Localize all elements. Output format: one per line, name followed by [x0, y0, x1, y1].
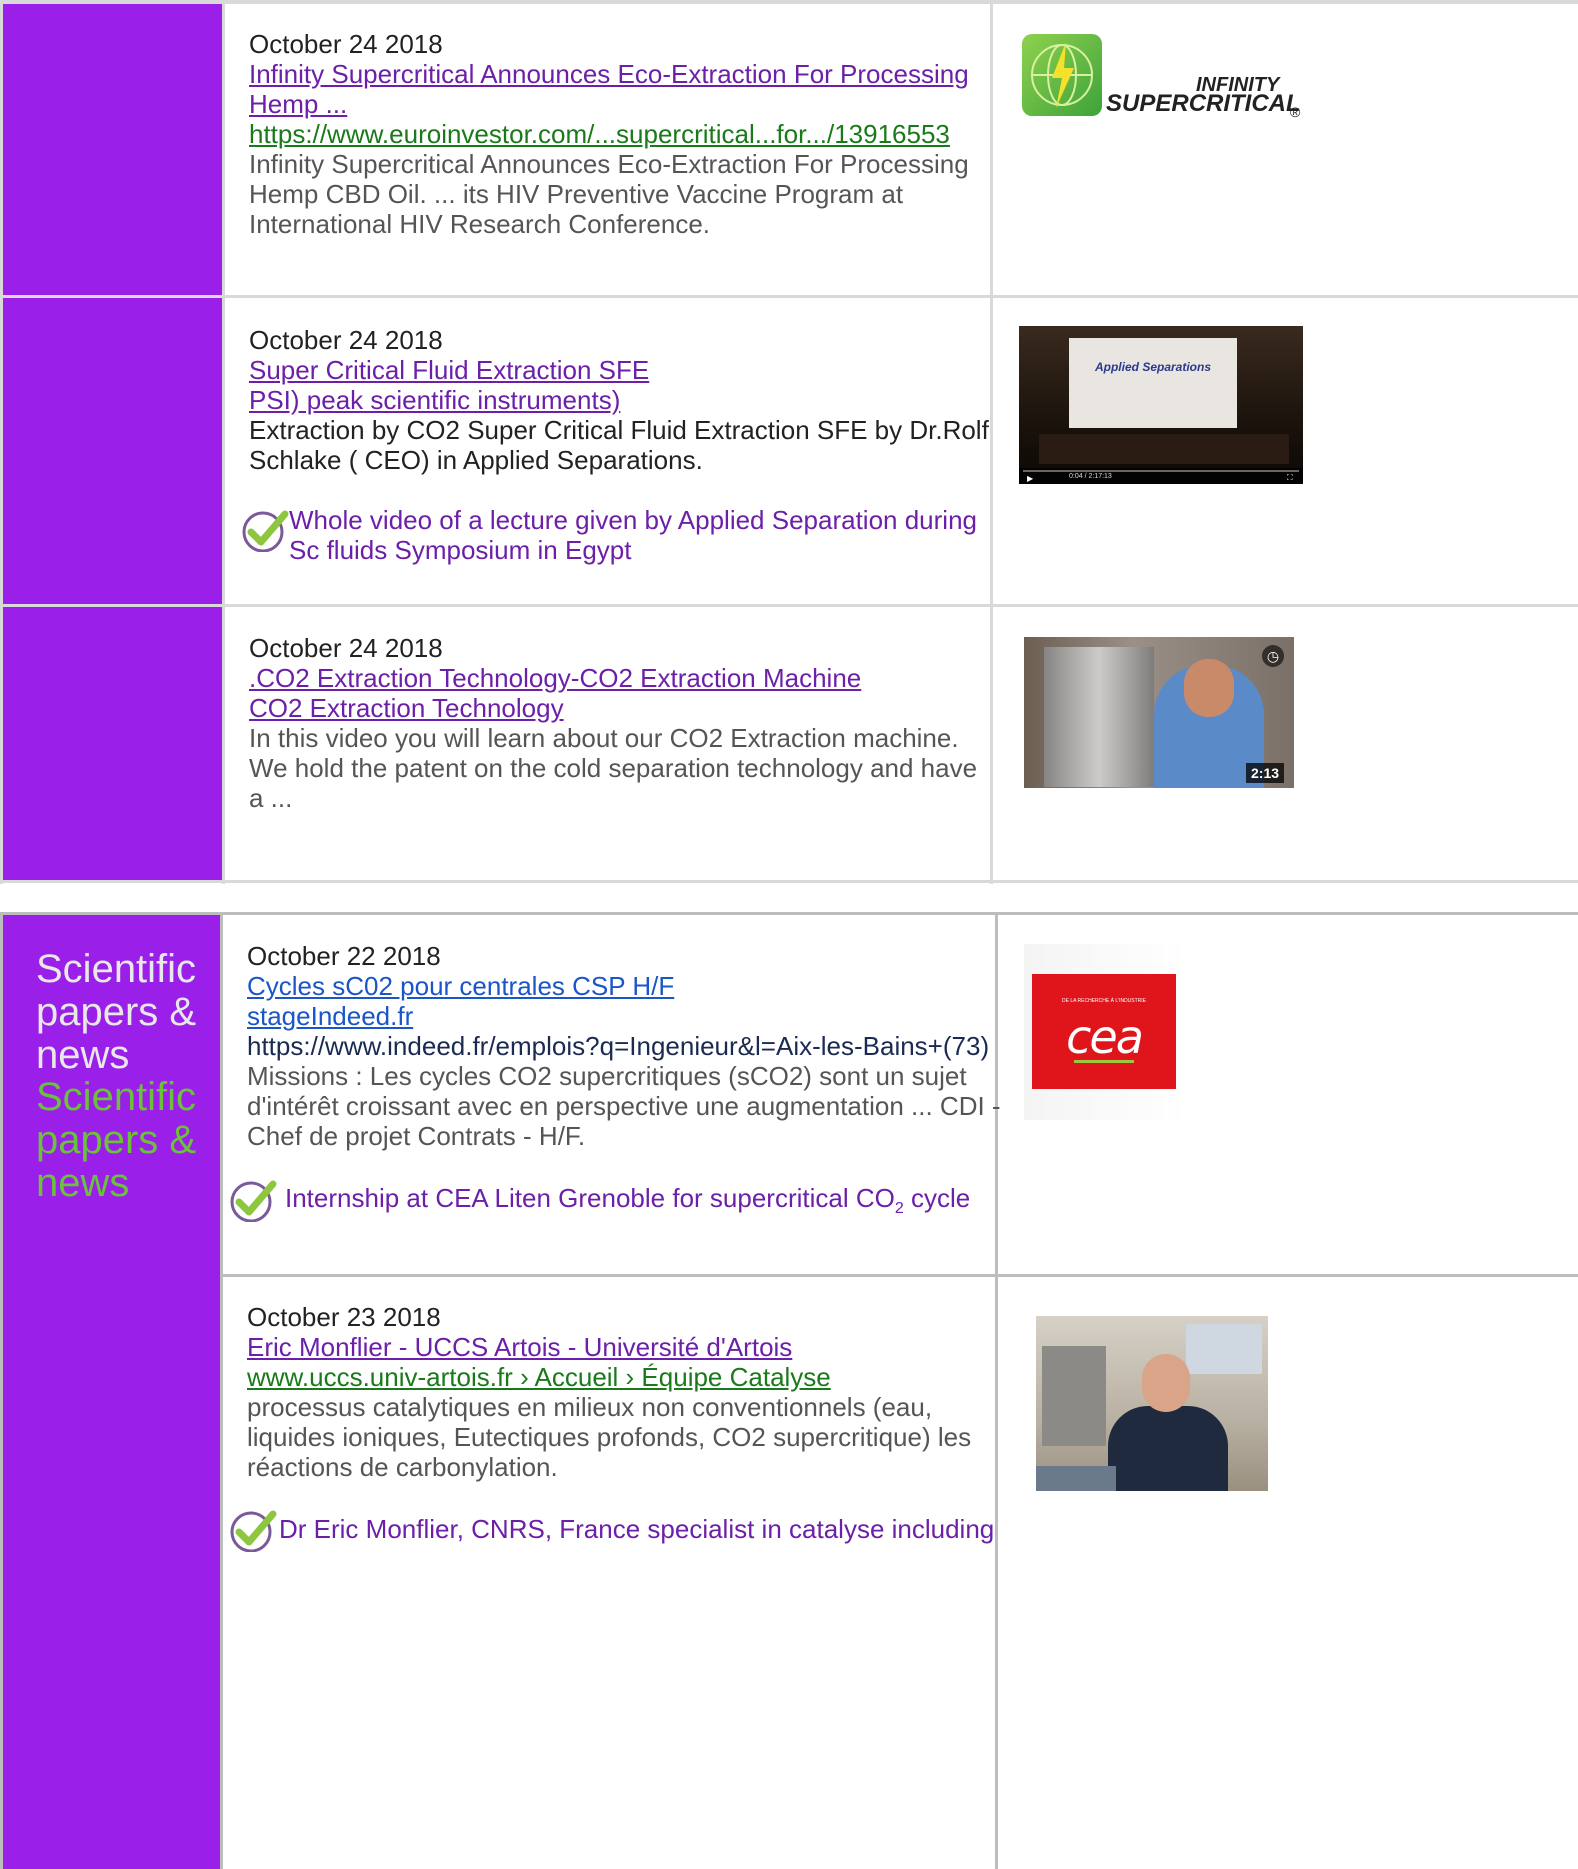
cabinet: [1042, 1346, 1106, 1446]
article-snippet: We hold the patent on the cold separatio…: [249, 753, 978, 783]
article-snippet: International HIV Research Conference.: [249, 209, 711, 239]
border: [0, 912, 1578, 915]
infinity-supercritical-logo: INFINITY SUPERCRITICAL ®: [1018, 34, 1306, 122]
person-face: [1142, 1354, 1190, 1412]
border: [0, 0, 3, 884]
border: [222, 0, 225, 884]
lecture-video-thumbnail[interactable]: Applied Separations ▶ 0:04 / 2:17:13 ⛶: [1019, 326, 1303, 484]
cea-wordmark: cea: [1066, 1010, 1144, 1064]
screen-slide-title: Applied Separations: [1094, 360, 1212, 374]
desk: [1036, 1466, 1116, 1491]
projection-screen: [1069, 338, 1237, 428]
progress-bar[interactable]: [1023, 470, 1299, 472]
logo-registered-mark: ®: [1290, 104, 1301, 120]
border: [995, 912, 998, 1869]
checked-note: Dr Eric Monflier, CNRS, France specialis…: [279, 1514, 995, 1544]
subscript-2: 2: [894, 1200, 904, 1218]
video-controls-bar[interactable]: ▶ 0:04 / 2:17:13 ⛶: [1019, 468, 1303, 484]
presenter-face: [1184, 659, 1234, 717]
globe-lightning-icon: [1022, 34, 1102, 116]
article-snippet: Chef de projet Contrats - H/F.: [247, 1121, 586, 1151]
article-snippet: Schlake ( CEO) in Applied Separations.: [249, 445, 703, 475]
checked-note-text: Internship at CEA Liten Grenoble for sup…: [285, 1183, 895, 1213]
border: [0, 880, 1578, 883]
video-duration-badge: 2:13: [1246, 763, 1285, 783]
fullscreen-icon[interactable]: ⛶: [1287, 473, 1293, 483]
checked-note-text-end: cycle: [903, 1183, 971, 1213]
border: [0, 295, 1578, 298]
play-icon[interactable]: ▶: [1027, 474, 1033, 483]
cea-red-box: DE LA RECHERCHE À L'INDUSTRIE cea: [1032, 974, 1176, 1089]
wall-map: [1186, 1324, 1262, 1374]
co2-machine-video-thumbnail[interactable]: ◷ 2:13: [1024, 637, 1294, 788]
article-snippet: réactions de carbonylation.: [247, 1452, 558, 1482]
extraction-machine: [1044, 647, 1154, 787]
border: [0, 912, 3, 1869]
border: [220, 912, 223, 1869]
section-label-line-green: news: [36, 1161, 130, 1205]
logo-supercritical-text: SUPERCRITICAL: [1106, 90, 1301, 117]
checked-note: Internship at CEA Liten Grenoble for sup…: [285, 1180, 970, 1227]
clock-icon: ◷: [1262, 645, 1284, 667]
cea-tagline: DE LA RECHERCHE À L'INDUSTRIE: [1061, 998, 1147, 1004]
cea-underline: [1074, 1060, 1134, 1063]
checkmark-icon: [241, 508, 289, 553]
border: [220, 1274, 1578, 1277]
article-snippet: a ...: [249, 783, 293, 813]
border: [0, 604, 1578, 607]
left-purple-column-1: [2, 2, 224, 882]
video-time: 0:04 / 2:17:13: [1069, 473, 1112, 480]
stage-desk: [1039, 434, 1289, 464]
border: [990, 0, 993, 884]
border: [0, 0, 1578, 4]
cea-logo: DE LA RECHERCHE À L'INDUSTRIE cea: [1024, 944, 1187, 1120]
article-title-link[interactable]: Infinity Supercritical Announces Eco-Ext…: [249, 56, 969, 92]
eric-monflier-photo: [1036, 1316, 1268, 1491]
checkmark-icon: [229, 1508, 277, 1553]
checked-note: Sc fluids Symposium in Egypt: [289, 535, 632, 565]
person-body: [1108, 1406, 1228, 1491]
checkmark-icon: [229, 1178, 277, 1223]
